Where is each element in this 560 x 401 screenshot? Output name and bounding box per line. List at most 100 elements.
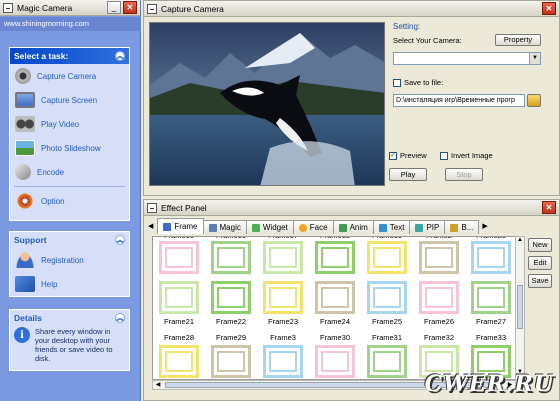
frame-label: Frame23 — [267, 317, 298, 326]
scroll-thumb[interactable] — [517, 285, 523, 329]
frame-thumbnail[interactable]: Frame27 — [469, 281, 513, 329]
frame-thumbnail[interactable]: Frame25 — [365, 281, 409, 329]
tab-frame[interactable]: Frame — [157, 218, 204, 234]
frame-thumbnail[interactable]: Frame15 — [157, 237, 201, 279]
preview-check[interactable] — [389, 150, 397, 161]
film-reel-icon — [15, 116, 35, 132]
frame-thumbnail[interactable]: Frame31 — [365, 333, 409, 379]
task-group: Select a task: ︽ Capture Camera Capture … — [9, 47, 130, 221]
property-button[interactable]: Property — [495, 34, 541, 46]
task-group-header[interactable]: Select a task: ︽ — [10, 48, 129, 64]
frame-preview-image — [367, 345, 407, 378]
play-button[interactable]: Play — [389, 168, 427, 181]
camera-preview — [149, 22, 385, 186]
frame-thumbnail[interactable]: Frame28 — [157, 333, 201, 379]
support-group-header[interactable]: Support ︽ — [10, 232, 129, 248]
frame-preview-image — [263, 281, 303, 314]
task-option[interactable]: Option — [10, 189, 129, 213]
frame-thumbnail[interactable]: Frame18 — [313, 237, 357, 279]
tab-face[interactable]: Face — [292, 220, 334, 234]
tab-label: Face — [309, 223, 328, 232]
frame-thumbnail[interactable]: Frame3 — [261, 333, 305, 379]
frame-thumbnail[interactable]: Frame29 — [209, 333, 253, 379]
capture-title-bar: Capture Camera ✕ — [144, 1, 559, 17]
save-to-file-checkbox[interactable]: Save to file: — [393, 78, 444, 88]
window-menu-icon[interactable] — [3, 2, 13, 13]
tab-anim[interactable]: Anim — [332, 220, 374, 234]
tab-scroll-left-icon[interactable]: ◀ — [148, 222, 153, 230]
collapse-icon[interactable]: ︽ — [115, 51, 125, 61]
invert-check[interactable] — [440, 152, 448, 161]
tab-text[interactable]: Text — [372, 220, 411, 234]
frame-thumbnail[interactable]: Frame30 — [313, 333, 357, 379]
info-icon: i — [14, 327, 30, 343]
close-button[interactable]: ✕ — [123, 1, 137, 14]
camera-select[interactable]: ▼ — [393, 52, 541, 65]
gallery-vertical-scrollbar[interactable]: ▲ ▼ — [515, 236, 525, 380]
chevron-down-icon[interactable]: ▼ — [529, 53, 540, 64]
capture-title: Capture Camera — [161, 3, 224, 14]
task-group-title: Select a task: — [14, 51, 69, 61]
save-button[interactable]: Save — [528, 274, 552, 288]
preview-checkbox[interactable]: Preview — [389, 150, 427, 161]
close-button[interactable]: ✕ — [542, 201, 556, 214]
support-group: Support ︽ Registration Help — [9, 231, 130, 297]
close-button[interactable]: ✕ — [542, 2, 556, 15]
scroll-up-icon[interactable]: ▲ — [516, 237, 524, 247]
frame-label: Frame32 — [423, 333, 454, 342]
window-menu-icon[interactable] — [147, 202, 157, 213]
frame-preview-image — [159, 241, 199, 274]
tab-scroll-right-icon[interactable]: ▶ — [482, 222, 487, 230]
minimize-button[interactable]: _ — [107, 1, 121, 14]
task-label: Encode — [37, 167, 65, 177]
tab-widget[interactable]: Widget — [245, 220, 294, 234]
task-play-video[interactable]: Play Video — [10, 112, 129, 136]
support-registration[interactable]: Registration — [10, 248, 129, 272]
frame-thumbnail[interactable]: Frame21 — [157, 281, 201, 329]
collapse-icon[interactable]: ︽ — [115, 313, 125, 323]
user-icon — [15, 252, 35, 268]
frame-preview-image — [159, 345, 199, 378]
task-encode[interactable]: Encode — [10, 160, 129, 184]
stop-button[interactable]: Stop — [445, 168, 483, 181]
frame-thumbnail[interactable]: Frame16 — [209, 237, 253, 279]
frame-thumbnail[interactable]: Frame23 — [261, 281, 305, 329]
task-capture-camera[interactable]: Capture Camera — [10, 64, 129, 88]
frame-label: Frame25 — [371, 317, 402, 326]
invert-label: Invert Image — [451, 151, 493, 160]
gear-icon — [15, 193, 35, 209]
tab-pip[interactable]: PIP — [409, 220, 446, 234]
select-camera-label: Select Your Camera: — [393, 36, 462, 45]
invert-checkbox[interactable]: Invert Image — [440, 151, 493, 161]
frame-thumbnail[interactable]: Frame17 — [261, 237, 305, 279]
task-photo-slideshow[interactable]: Photo Slideshow — [10, 136, 129, 160]
frame-thumbnail[interactable]: Frame24 — [313, 281, 357, 329]
tab-label: Widget — [262, 223, 288, 232]
support-help[interactable]: Help — [10, 272, 129, 296]
site-link[interactable]: www.shiningmorning.com — [0, 17, 141, 31]
frame-thumbnail[interactable]: Frame19 — [365, 237, 409, 279]
effect-title-bar: Effect Panel ✕ — [144, 200, 559, 216]
frame-thumbnail[interactable]: Frame20 — [469, 237, 513, 279]
frame-thumbnail[interactable]: Frame22 — [209, 281, 253, 329]
browse-folder-icon[interactable] — [527, 94, 541, 107]
save-to-file-label: Save to file: — [404, 78, 444, 87]
tab-more[interactable]: B... — [444, 220, 480, 234]
support-label: Registration — [41, 255, 84, 265]
tab-magic[interactable]: Magic — [202, 220, 247, 234]
edit-button[interactable]: Edit — [528, 256, 552, 270]
collapse-icon[interactable]: ︽ — [115, 235, 125, 245]
window-menu-icon[interactable] — [147, 3, 157, 14]
frame-label: Frame26 — [423, 317, 454, 326]
frame-preview-image — [211, 345, 251, 378]
monitor-icon — [15, 92, 35, 108]
frame-label: Frame28 — [163, 333, 194, 342]
scroll-left-icon[interactable]: ◀ — [153, 381, 163, 389]
details-group-header[interactable]: Details ︽ — [10, 310, 129, 326]
task-capture-screen[interactable]: Capture Screen — [10, 88, 129, 112]
frame-thumbnail[interactable]: Frame26 — [417, 281, 461, 329]
file-path-field[interactable]: D:\инсталяция игр\Временные прогр — [393, 94, 525, 107]
save-to-file-check[interactable] — [393, 79, 401, 88]
new-button[interactable]: New — [528, 238, 552, 252]
frame-thumbnail[interactable]: Frame2 — [417, 237, 461, 279]
